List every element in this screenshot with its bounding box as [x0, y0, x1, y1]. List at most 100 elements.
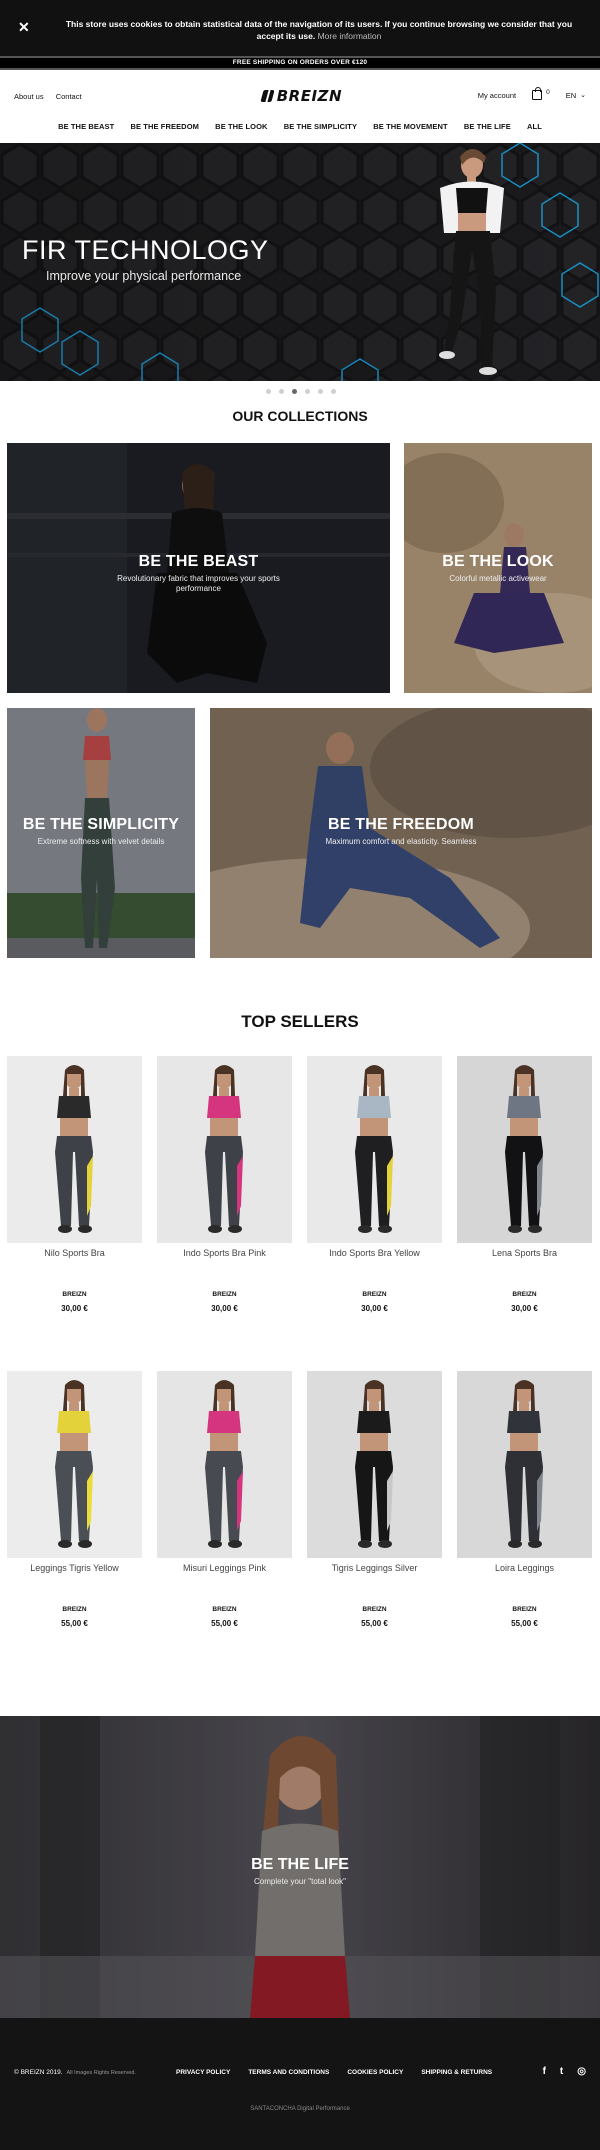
athlete-image [439, 149, 504, 375]
collection-tile-be-the-beast[interactable]: BE THE BEAST Revolutionary fabric that i… [7, 443, 390, 693]
contact-link[interactable]: Contact [56, 92, 82, 101]
shopping-bag-icon [532, 87, 543, 100]
product-price: 30,00 € [361, 1304, 388, 1313]
be-the-beast-caption: BE THE BEAST Revolutionary fabric that i… [7, 553, 390, 594]
language-selector[interactable]: EN ⌄ [566, 91, 586, 100]
slider-dot[interactable] [318, 389, 323, 394]
logo-mark-icon [260, 90, 275, 102]
be-the-simplicity-title: BE THE SIMPLICITY [22, 816, 180, 833]
product-name[interactable]: Lena Sports Bra [457, 1248, 592, 1258]
footer-links: PRIVACY POLICY TERMS AND CONDITIONS COOK… [176, 2069, 510, 2076]
my-account-link[interactable]: My account [478, 91, 516, 100]
product-image[interactable] [307, 1371, 442, 1558]
hero-title: FIR TECHNOLOGY [22, 235, 269, 265]
product-brand: BREIZN [362, 1606, 387, 1613]
twitter-icon[interactable]: t [560, 2066, 563, 2077]
product-image[interactable] [7, 1371, 142, 1558]
product-brand: BREIZN [62, 1606, 87, 1613]
header-links: About us Contact [14, 92, 92, 101]
top-sellers-title: TOP SELLERS [241, 1012, 359, 1031]
collection-tile-be-the-simplicity[interactable]: BE THE SIMPLICITY Extreme softness with … [7, 708, 195, 958]
be-the-life-banner[interactable]: BE THE LIFE Complete your "total look" [0, 1716, 600, 2018]
product-brand: BREIZN [212, 1291, 237, 1298]
product-image[interactable] [157, 1056, 292, 1243]
product-card[interactable]: Loira Leggings BREIZN 55,00 € [457, 1371, 592, 1628]
product-image[interactable] [457, 1056, 592, 1243]
language-label: EN [565, 90, 577, 100]
chevron-down-icon: ⌄ [580, 92, 586, 99]
privacy-policy-link[interactable]: PRIVACY POLICY [176, 2069, 230, 2076]
product-name[interactable]: Tigris Leggings Silver [307, 1563, 442, 1573]
product-name[interactable]: Indo Sports Bra Yellow [307, 1248, 442, 1258]
product-card[interactable]: Lena Sports Bra BREIZN 30,00 € [457, 1056, 592, 1313]
instagram-icon[interactable]: ◎ [577, 2066, 586, 2077]
slider-dot[interactable] [279, 389, 284, 394]
nav-item-all[interactable]: ALL [527, 122, 542, 131]
slider-dot-active[interactable] [292, 389, 297, 394]
product-card[interactable]: Indo Sports Bra Yellow BREIZN 30,00 € [307, 1056, 442, 1313]
copyright-text: © BREIZN 2019. [14, 2069, 63, 2076]
nav-item-be-the-movement[interactable]: BE THE MOVEMENT [373, 122, 447, 131]
product-image[interactable] [7, 1056, 142, 1243]
be-the-life-subtitle: Complete your "total look" [254, 1877, 346, 1886]
be-the-freedom-subtitle: Maximum comfort and elasticity. Seamless [325, 837, 477, 846]
site-logo[interactable]: BREIZN [260, 86, 342, 106]
product-card[interactable]: Misuri Leggings Pink BREIZN 55,00 € [157, 1371, 292, 1628]
product-image[interactable] [157, 1371, 292, 1558]
slider-dot[interactable] [266, 389, 271, 394]
product-brand: BREIZN [362, 1291, 387, 1298]
terms-link[interactable]: TERMS AND CONDITIONS [248, 2069, 329, 2076]
product-price: 30,00 € [61, 1304, 88, 1313]
nav-item-be-the-freedom[interactable]: BE THE FREEDOM [130, 122, 199, 131]
more-information-link[interactable]: More information [318, 31, 382, 41]
be-the-look-subtitle: Colorful metallic activewear [449, 574, 547, 583]
be-the-look-caption: BE THE LOOK Colorful metallic activewear [404, 553, 592, 584]
close-icon[interactable]: ✕ [18, 20, 30, 34]
shipping-banner: FREE SHIPPING ON ORDERS OVER €120 [0, 56, 600, 70]
main-nav: BE THE BEAST BE THE FREEDOM BE THE LOOK … [0, 122, 600, 131]
rights-text: All Images Rights Reserved. [66, 2070, 136, 2076]
cookies-policy-link[interactable]: COOKIES POLICY [347, 2069, 403, 2076]
shipping-returns-link[interactable]: SHIPPING & RETURNS [421, 2069, 492, 2076]
slider-dot[interactable] [305, 389, 310, 394]
product-price: 55,00 € [61, 1619, 88, 1628]
product-image[interactable] [307, 1056, 442, 1243]
collection-tile-be-the-look[interactable]: BE THE LOOK Colorful metallic activewear [404, 443, 592, 693]
logo-text: BREIZN [276, 87, 342, 105]
slider-dot[interactable] [331, 389, 336, 394]
product-name[interactable]: Misuri Leggings Pink [157, 1563, 292, 1573]
product-name[interactable]: Loira Leggings [457, 1563, 592, 1573]
cart-button[interactable]: 0 [532, 87, 550, 100]
be-the-beast-title: BE THE BEAST [138, 553, 259, 570]
product-image[interactable] [457, 1371, 592, 1558]
collections-title: OUR COLLECTIONS [232, 408, 368, 424]
site-header: About us Contact BREIZN My account 0 EN … [0, 72, 600, 142]
agency-credits[interactable]: SANTACONCHA Digital Performance [0, 2106, 600, 2112]
product-price: 30,00 € [211, 1304, 238, 1313]
product-brand: BREIZN [62, 1291, 87, 1298]
nav-item-be-the-life[interactable]: BE THE LIFE [464, 122, 511, 131]
hero-slider[interactable]: FIR TECHNOLOGY Improve your physical per… [0, 143, 600, 381]
nav-item-be-the-simplicity[interactable]: BE THE SIMPLICITY [284, 122, 357, 131]
nav-item-be-the-look[interactable]: BE THE LOOK [215, 122, 267, 131]
be-the-look-title: BE THE LOOK [442, 553, 554, 570]
product-name[interactable]: Indo Sports Bra Pink [157, 1248, 292, 1258]
social-links: f t ◎ [529, 2066, 586, 2077]
cookie-message: This store uses cookies to obtain statis… [56, 18, 582, 42]
product-brand: BREIZN [512, 1606, 537, 1613]
nav-item-be-the-beast[interactable]: BE THE BEAST [58, 122, 114, 131]
product-card[interactable]: Tigris Leggings Silver BREIZN 55,00 € [307, 1371, 442, 1628]
product-name[interactable]: Leggings Tigris Yellow [7, 1563, 142, 1573]
copyright: © BREIZN 2019. All Images Rights Reserved… [14, 2069, 136, 2076]
about-us-link[interactable]: About us [14, 92, 44, 101]
product-brand: BREIZN [512, 1291, 537, 1298]
product-card[interactable]: Nilo Sports Bra BREIZN 30,00 € [7, 1056, 142, 1313]
be-the-freedom-title: BE THE FREEDOM [328, 816, 474, 833]
product-card[interactable]: Leggings Tigris Yellow BREIZN 55,00 € [7, 1371, 142, 1628]
collection-tile-be-the-freedom[interactable]: BE THE FREEDOM Maximum comfort and elast… [210, 708, 592, 958]
product-name[interactable]: Nilo Sports Bra [7, 1248, 142, 1258]
product-card[interactable]: Indo Sports Bra Pink BREIZN 30,00 € [157, 1056, 292, 1313]
product-price: 55,00 € [511, 1619, 538, 1628]
facebook-icon[interactable]: f [543, 2066, 546, 2077]
be-the-life-title: BE THE LIFE [251, 1856, 349, 1873]
